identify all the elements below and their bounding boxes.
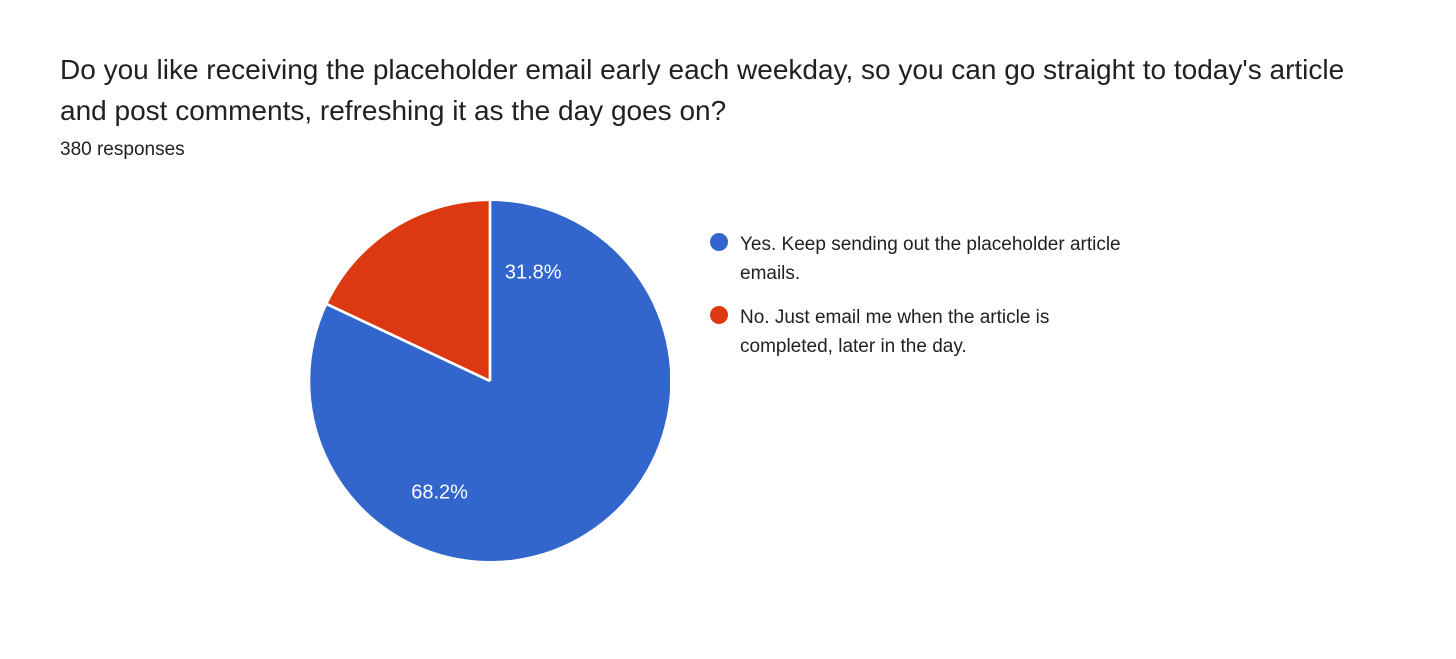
chart-title: Do you like receiving the placeholder em…	[60, 50, 1396, 131]
legend-label: No. Just email me when the article is co…	[740, 304, 1130, 361]
legend-item-yes: Yes. Keep sending out the placeholder ar…	[710, 231, 1130, 288]
legend: Yes. Keep sending out the placeholder ar…	[710, 201, 1130, 377]
slice-label-yes: 68.2%	[411, 481, 468, 504]
pie-chart: 68.2% 31.8%	[310, 201, 670, 561]
slice-label-no: 31.8%	[505, 262, 562, 285]
legend-label: Yes. Keep sending out the placeholder ar…	[740, 231, 1130, 288]
legend-dot-icon	[710, 306, 728, 324]
pie-svg	[310, 201, 670, 561]
response-count: 380 responses	[60, 139, 1396, 161]
chart-body: 68.2% 31.8% Yes. Keep sending out the pl…	[60, 201, 1396, 561]
legend-dot-icon	[710, 233, 728, 251]
legend-item-no: No. Just email me when the article is co…	[710, 304, 1130, 361]
